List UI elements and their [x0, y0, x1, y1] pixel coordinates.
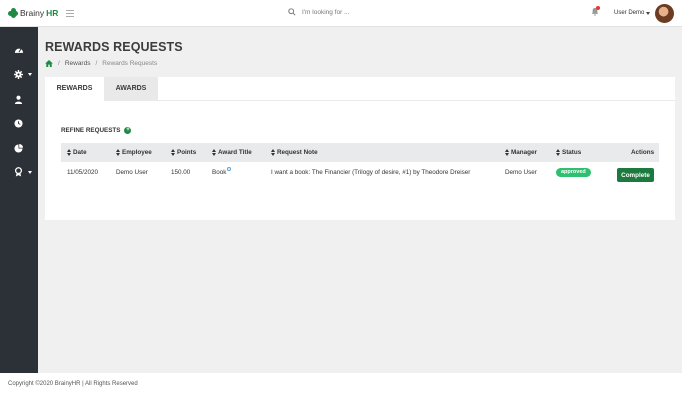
footer: Copyright ©2020 BrainyHR | All Rights Re… — [0, 373, 682, 400]
sort-icon — [212, 148, 216, 156]
sort-icon — [271, 148, 275, 156]
sort-icon — [116, 148, 120, 156]
refine-requests[interactable]: REFINE REQUESTS + — [61, 127, 132, 134]
breadcrumb: / Rewards / Rewards Requests — [45, 60, 157, 67]
cell-status: approved — [556, 164, 591, 186]
tab-awards[interactable]: AWARDS — [104, 77, 158, 101]
column-actions: Actions — [631, 149, 655, 156]
column-points[interactable]: Points — [171, 143, 196, 162]
breadcrumb-current: Rewards Requests — [102, 60, 158, 67]
refine-requests-label: REFINE REQUESTS — [61, 127, 121, 134]
search-input[interactable]: I'm looking for ... — [302, 9, 349, 16]
complete-button[interactable]: Complete — [617, 168, 654, 182]
search-icon — [288, 8, 296, 16]
gear-icon — [14, 69, 23, 79]
breadcrumb-rewards-link[interactable]: Rewards — [65, 60, 91, 67]
chevron-down-icon — [28, 170, 32, 174]
column-request-note[interactable]: Request Note — [271, 143, 318, 162]
sort-icon — [171, 148, 175, 156]
breadcrumb-separator: / — [58, 60, 60, 67]
tab-bar: REWARDS AWARDS — [45, 77, 158, 101]
cell-date: 11/05/2020 — [67, 169, 99, 176]
cell-points: 150.00 — [171, 169, 191, 176]
column-manager[interactable]: Manager — [505, 143, 537, 162]
sidebar — [0, 27, 38, 373]
column-employee[interactable]: Employee — [116, 143, 152, 162]
user-icon — [14, 95, 23, 104]
rewards-card: REWARDS AWARDS REFINE REQUESTS + Date Em… — [45, 77, 675, 220]
sort-icon — [556, 148, 560, 156]
sort-icon — [67, 148, 71, 156]
tab-rewards[interactable]: REWARDS — [45, 77, 104, 101]
table-header: Date Employee Points Award Title Request… — [61, 143, 659, 162]
column-date[interactable]: Date — [67, 143, 87, 162]
clock-icon — [14, 118, 23, 128]
user-menu[interactable]: User Demo — [614, 10, 651, 16]
column-award-title[interactable]: Award Title — [212, 143, 252, 162]
sidebar-item-settings[interactable] — [0, 67, 38, 81]
cell-request-note: I want a book: The Financier (Trilogy of… — [271, 169, 471, 176]
plus-circle-icon[interactable]: + — [124, 127, 132, 134]
copyright-text: Copyright ©2020 BrainyHR | All Rights Re… — [8, 381, 138, 387]
pie-chart-icon — [14, 143, 23, 153]
sidebar-item-reports[interactable] — [0, 141, 38, 155]
table-row: 11/05/2020 Demo User 150.00 Book I want … — [61, 164, 659, 186]
status-badge: approved — [556, 167, 591, 177]
page-title: REWARDS REQUESTS — [45, 40, 183, 54]
user-name: User Demo — [614, 10, 645, 16]
sidebar-item-rewards[interactable] — [0, 165, 38, 179]
chevron-down-icon — [646, 11, 651, 15]
column-status[interactable]: Status — [556, 143, 581, 162]
brand-prefix: Brainy — [20, 8, 45, 18]
sidebar-item-time[interactable] — [0, 116, 38, 130]
notification-dot — [596, 6, 600, 10]
cell-award-title: Book — [212, 164, 232, 186]
brand-suffix: HR — [46, 8, 59, 18]
sort-icon — [505, 148, 509, 156]
sidebar-item-users[interactable] — [0, 92, 38, 106]
avatar[interactable] — [655, 4, 674, 23]
top-bar: Brainy HR I'm looking for ... User Demo — [0, 0, 682, 27]
clover-icon — [8, 8, 18, 18]
home-icon[interactable] — [45, 60, 53, 67]
brand-logo[interactable]: Brainy HR — [8, 8, 58, 18]
notification-bell-icon[interactable] — [591, 6, 600, 18]
sidebar-item-dashboard[interactable] — [0, 42, 38, 56]
cell-manager: Demo User — [505, 169, 537, 176]
chevron-down-icon — [28, 72, 32, 76]
cell-employee: Demo User — [116, 169, 148, 176]
menu-toggle-icon[interactable] — [66, 10, 74, 19]
award-icon — [14, 167, 23, 177]
breadcrumb-separator: / — [95, 60, 98, 67]
tab-underline — [158, 100, 675, 101]
info-icon[interactable] — [227, 167, 232, 171]
dashboard-icon — [14, 47, 24, 53]
search-bar[interactable]: I'm looking for ... — [288, 8, 349, 16]
